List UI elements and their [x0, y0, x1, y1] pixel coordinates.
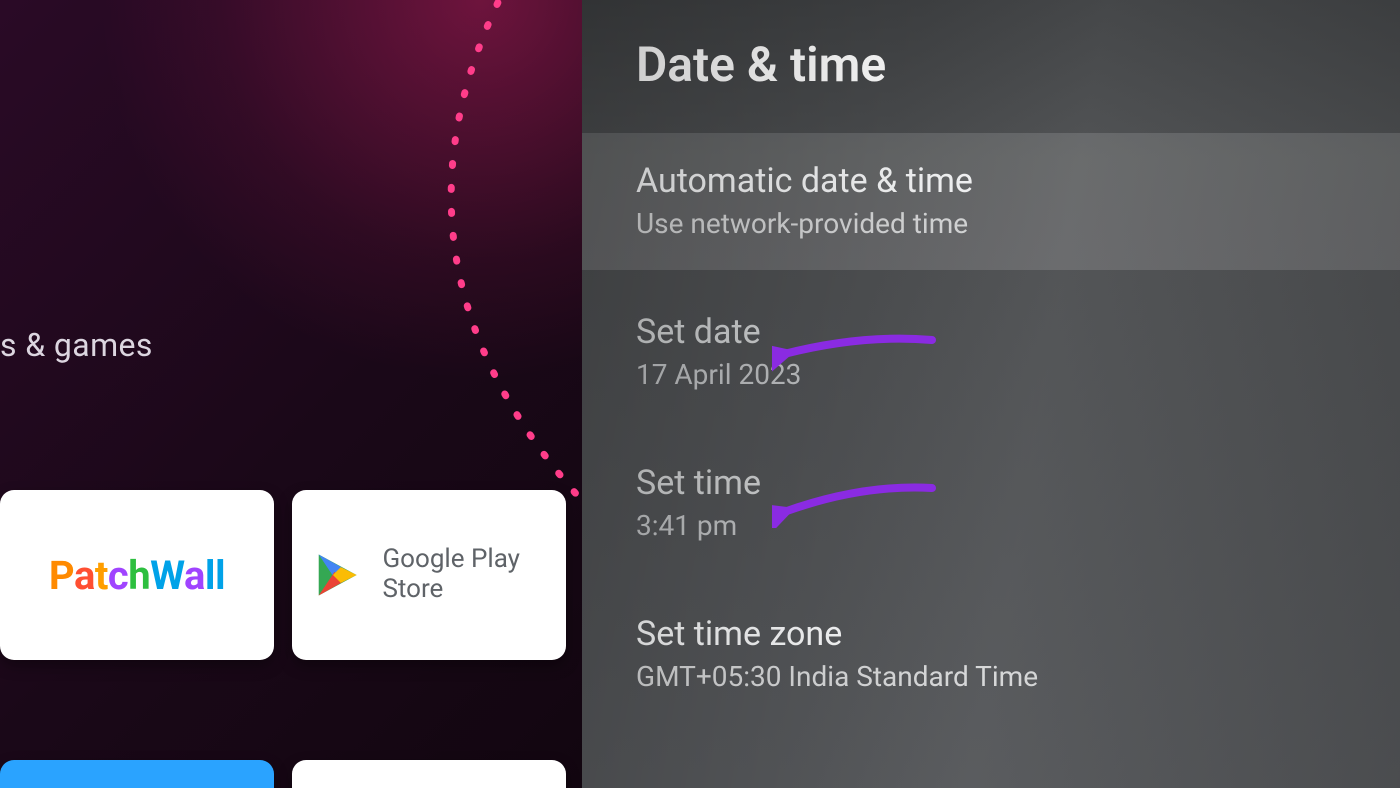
app-tile-patchwall[interactable]: PatchWall [0, 490, 274, 660]
settings-panel-date-time: Date & time Automatic date & time Use ne… [582, 0, 1400, 788]
setting-item-value: 17 April 2023 [636, 358, 1346, 391]
google-play-icon [314, 543, 364, 607]
setting-item-title: Automatic date & time [636, 161, 1346, 201]
setting-set-date[interactable]: Set date 17 April 2023 [582, 270, 1400, 421]
setting-item-title: Set time zone [636, 614, 1346, 654]
setting-item-value: GMT+05:30 India Standard Time [636, 660, 1346, 693]
setting-item-value: 3:41 pm [636, 509, 1346, 542]
setting-item-title: Set time [636, 463, 1346, 503]
tv-home-background: s & games PatchWall Google Play Store [0, 0, 582, 788]
home-app-row-2 [0, 760, 566, 788]
patchwall-logo: PatchWall [49, 552, 225, 599]
decorative-arc [0, 0, 582, 788]
setting-set-time-zone[interactable]: Set time zone GMT+05:30 India Standard T… [582, 572, 1400, 723]
app-tile-unknown-blue[interactable] [0, 760, 274, 788]
home-app-row: PatchWall Google Play Store [0, 490, 566, 660]
home-row-label: s & games [0, 326, 153, 364]
setting-item-sub: Use network-provided time [636, 207, 1346, 240]
setting-set-time[interactable]: Set time 3:41 pm [582, 421, 1400, 572]
setting-automatic-date-time[interactable]: Automatic date & time Use network-provid… [582, 133, 1400, 270]
setting-item-title: Set date [636, 312, 1346, 352]
panel-title: Date & time [582, 0, 1400, 133]
app-tile-unknown-white[interactable] [292, 760, 566, 788]
app-tile-label: Google Play Store [382, 545, 544, 605]
app-tile-google-play-store[interactable]: Google Play Store [292, 490, 566, 660]
